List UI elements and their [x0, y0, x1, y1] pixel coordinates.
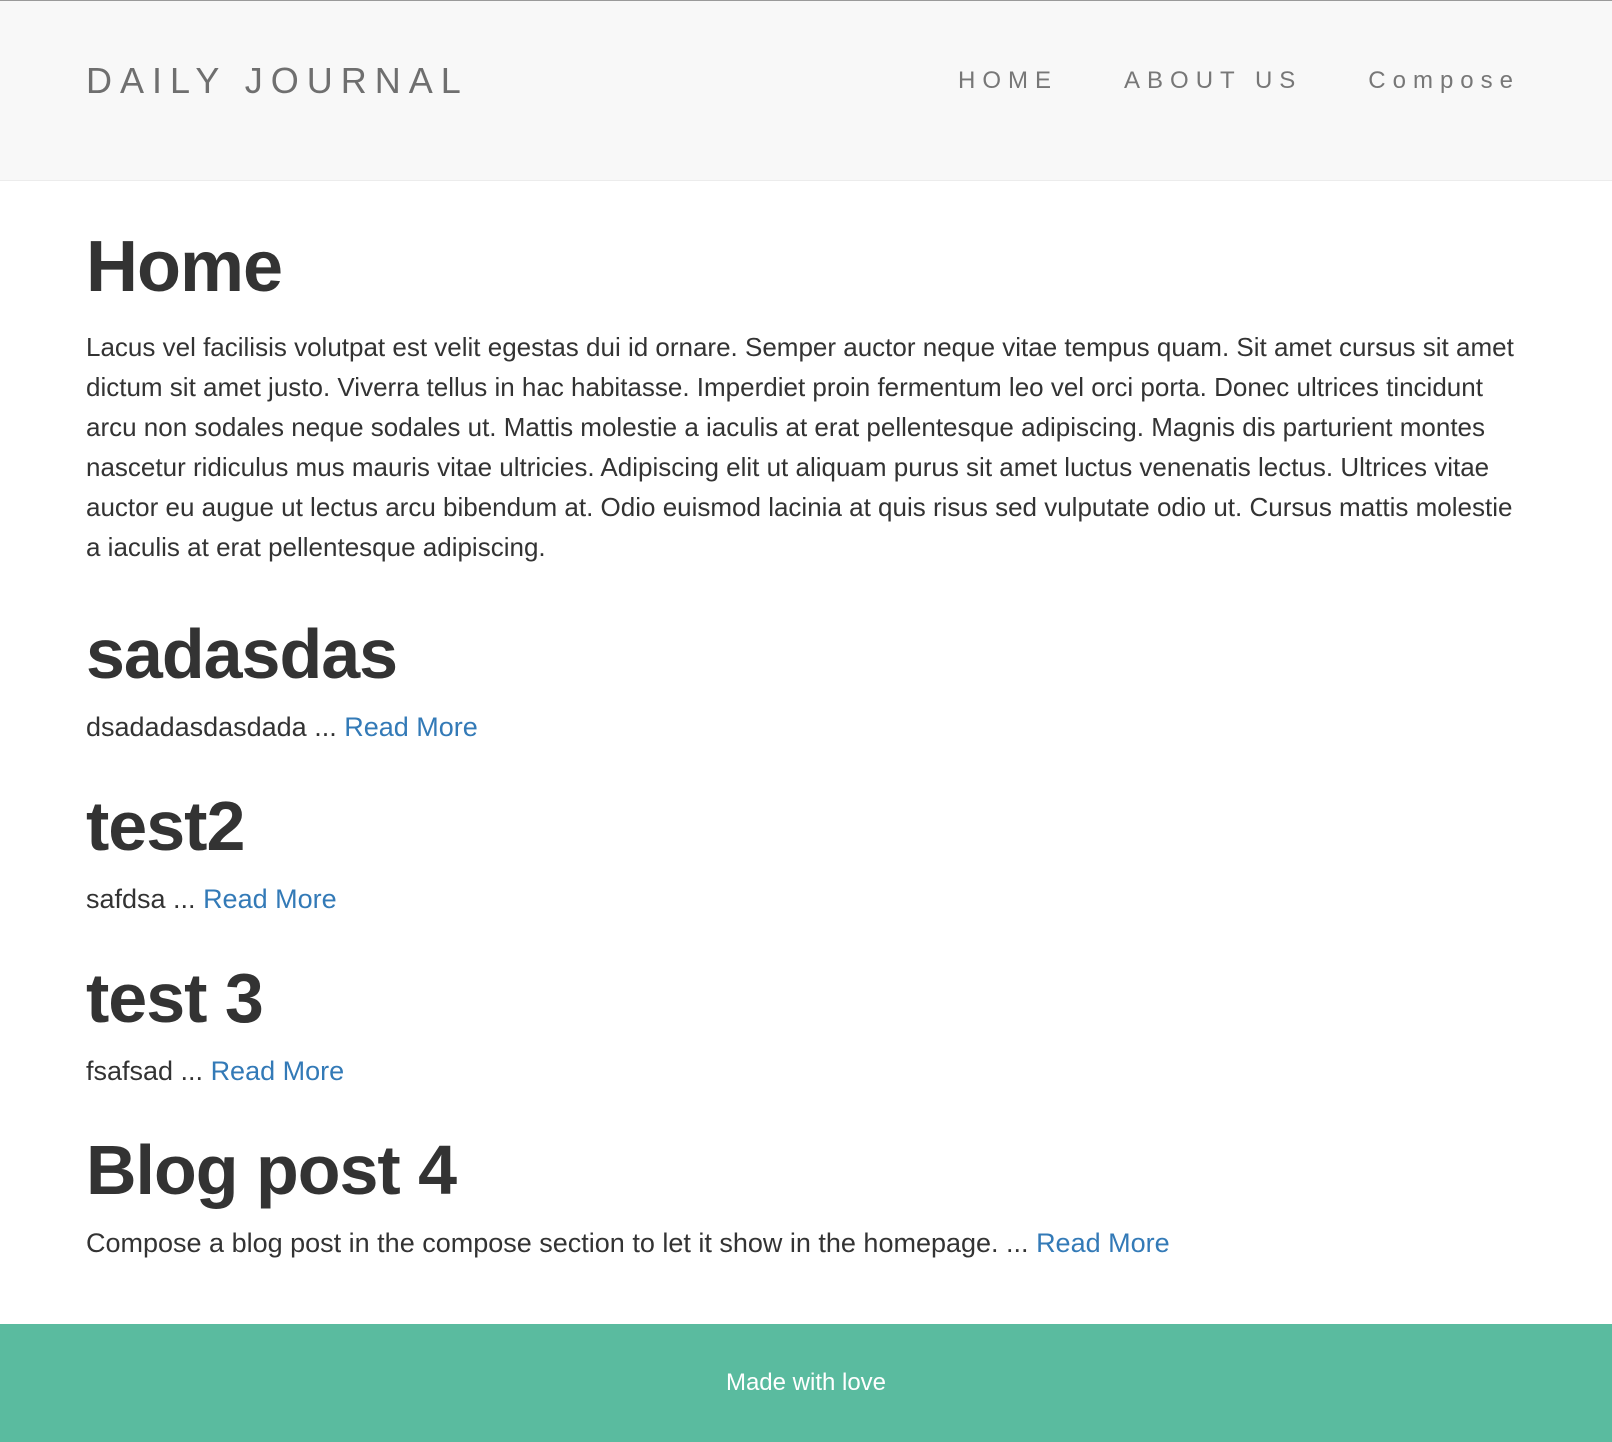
post-title: sadasdas	[86, 615, 398, 693]
post-title: Blog post 4	[86, 1131, 457, 1209]
intro-paragraph: Lacus vel facilisis volutpat est velit e…	[86, 332, 1514, 562]
read-more-link[interactable]: Read More	[211, 1056, 345, 1086]
nav-link-home[interactable]: HOME	[958, 67, 1058, 94]
post-excerpt-text: dsadadasdasdada ...	[86, 712, 345, 742]
post-excerpt: dsadadasdasdada ... Read More	[86, 709, 1526, 745]
main-content: Home Lacus vel facilisis volutpat est ve…	[86, 181, 1526, 1261]
footer: Made with love	[0, 1324, 1612, 1442]
post-item: sadasdas dsadadasdasdada ... Read More	[86, 613, 1526, 745]
nav-link-compose[interactable]: Compose	[1368, 67, 1520, 94]
post-title: test2	[86, 787, 245, 865]
nav-menu: HOME ABOUT US Compose	[892, 65, 1520, 97]
post-item: Blog post 4 Compose a blog post in the c…	[86, 1129, 1526, 1261]
post-excerpt-text: Compose a blog post in the compose secti…	[86, 1228, 1037, 1258]
post-excerpt-text: fsafsad ...	[86, 1056, 211, 1086]
post-item: test 3 fsafsad ... Read More	[86, 957, 1526, 1089]
read-more-link[interactable]: Read More	[344, 712, 478, 742]
post-excerpt: Compose a blog post in the compose secti…	[86, 1225, 1526, 1261]
post-excerpt-text: safdsa ...	[86, 884, 204, 914]
read-more-link[interactable]: Read More	[203, 884, 337, 914]
post-title: test 3	[86, 959, 264, 1037]
nav-link-about-us[interactable]: ABOUT US	[1124, 67, 1302, 94]
post-item: test2 safdsa ... Read More	[86, 785, 1526, 917]
nav-item-about-us: ABOUT US	[1124, 65, 1302, 97]
footer-text: Made with love	[725, 1369, 887, 1396]
nav-item-home: HOME	[958, 65, 1058, 97]
brand-logo-link[interactable]: DAILY JOURNAL	[86, 59, 469, 103]
post-excerpt: fsafsad ... Read More	[86, 1053, 1526, 1089]
navbar: DAILY JOURNAL HOME ABOUT US Compose	[0, 0, 1612, 181]
nav-item-compose: Compose	[1368, 65, 1520, 97]
page-title: Home	[86, 227, 283, 307]
post-excerpt: safdsa ... Read More	[86, 881, 1526, 917]
read-more-link[interactable]: Read More	[1036, 1228, 1170, 1258]
page: DAILY JOURNAL HOME ABOUT US Compose Home…	[0, 0, 1612, 1442]
